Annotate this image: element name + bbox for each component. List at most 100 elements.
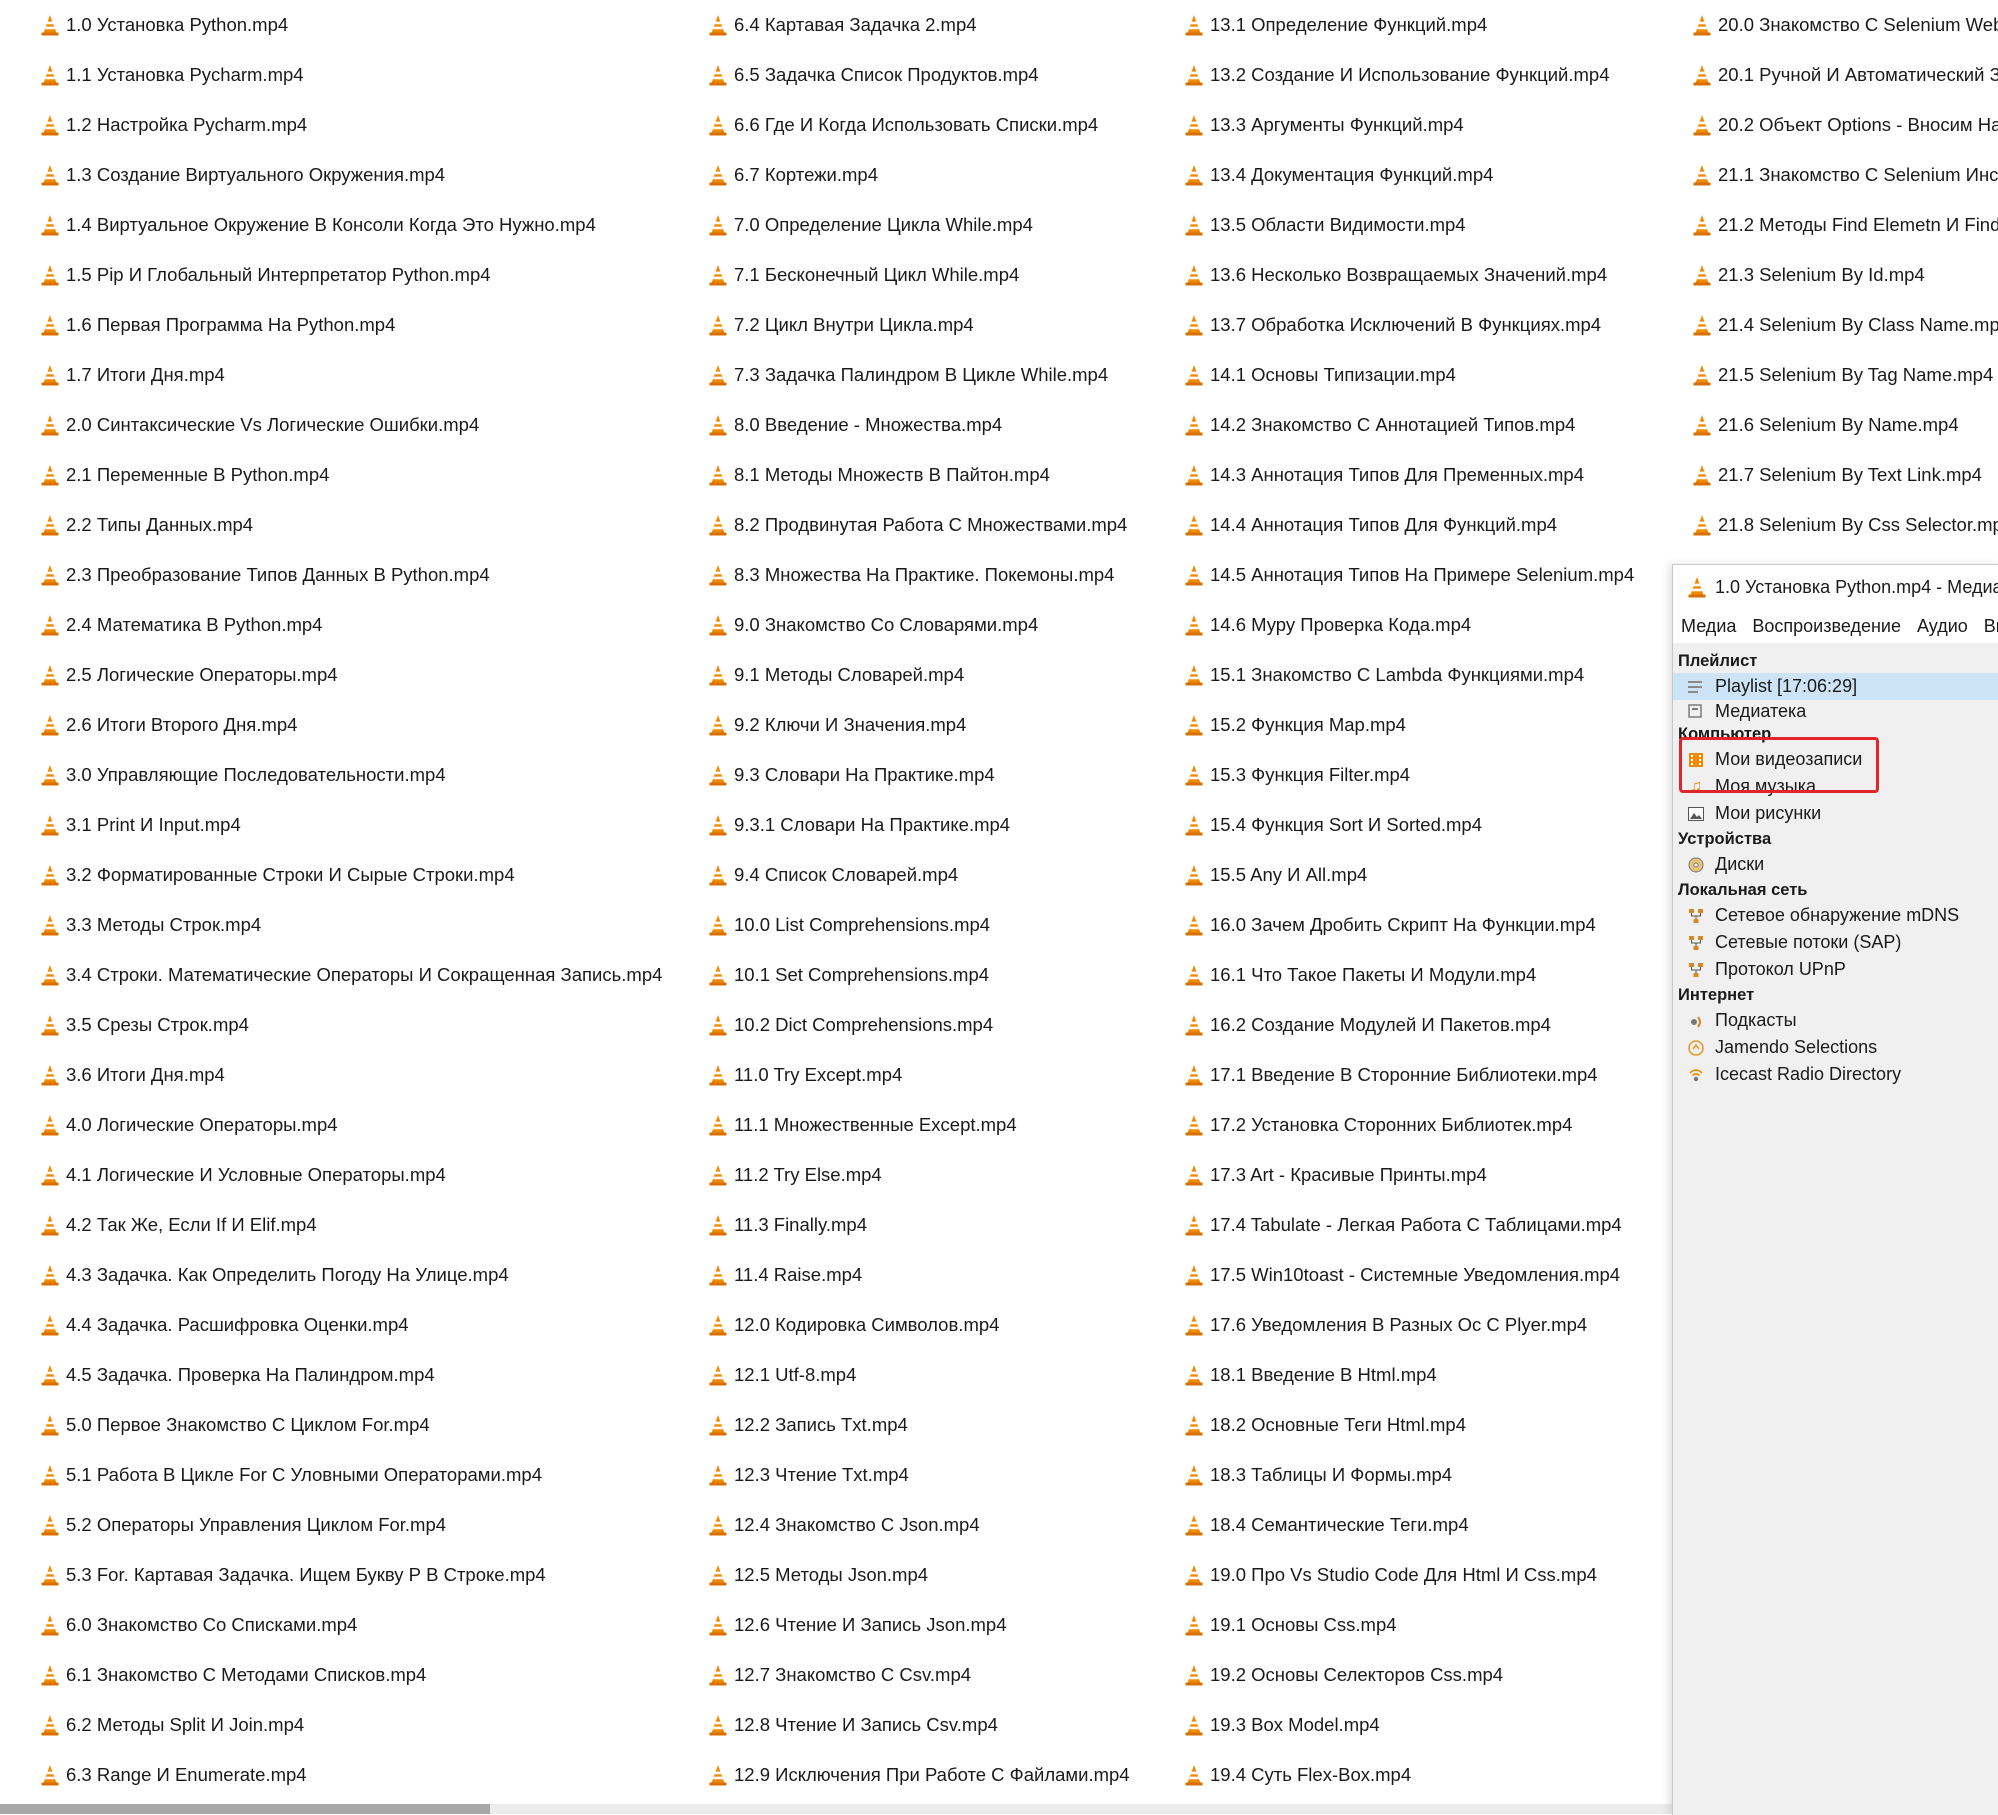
file-item[interactable]: 14.3 Аннотация Типов Для Пременных.mp4 (1184, 450, 1638, 500)
file-item[interactable]: 2.5 Логические Операторы.mp4 (40, 650, 666, 700)
sidebar-item-icecast[interactable]: Icecast Radio Directory (1673, 1061, 1998, 1088)
file-item[interactable]: 16.1 Что Такое Пакеты И Модули.mp4 (1184, 950, 1638, 1000)
file-item[interactable]: 17.4 Tabulate - Легкая Работа С Таблицам… (1184, 1200, 1638, 1250)
file-item[interactable]: 2.6 Итоги Второго Дня.mp4 (40, 700, 666, 750)
file-item[interactable]: 12.9 Исключения При Работе С Файлами.mp4 (708, 1750, 1134, 1800)
sidebar-item-sap[interactable]: Сетевые потоки (SAP) (1673, 929, 1998, 956)
file-item[interactable]: 16.0 Зачем Дробить Скрипт На Функции.mp4 (1184, 900, 1638, 950)
file-item[interactable]: 3.4 Строки. Математические Операторы И С… (40, 950, 666, 1000)
file-item[interactable]: 1.3 Создание Виртуального Окружения.mp4 (40, 150, 666, 200)
file-item[interactable]: 12.1 Utf-8.mp4 (708, 1350, 1134, 1400)
file-item[interactable]: 3.6 Итоги Дня.mp4 (40, 1050, 666, 1100)
file-item[interactable]: 16.2 Создание Модулей И Пакетов.mp4 (1184, 1000, 1638, 1050)
file-item[interactable]: 15.4 Функция Sort И Sorted.mp4 (1184, 800, 1638, 850)
file-item[interactable]: 13.7 Обработка Исключений В Функциях.mp4 (1184, 300, 1638, 350)
sidebar-item-playlist[interactable]: Playlist [17:06:29] (1673, 673, 1998, 700)
file-item[interactable]: 18.4 Семантические Теги.mp4 (1184, 1500, 1638, 1550)
file-item[interactable]: 11.0 Try Except.mp4 (708, 1050, 1134, 1100)
file-item[interactable]: 6.0 Знакомство Со Списками.mp4 (40, 1600, 666, 1650)
scrollbar-thumb[interactable] (0, 1804, 490, 1814)
file-item[interactable]: 2.1 Переменные В Python.mp4 (40, 450, 666, 500)
file-item[interactable]: 17.5 Win10toast - Системные Уведомления.… (1184, 1250, 1638, 1300)
window-title-bar[interactable]: 1.0 Установка Python.mp4 - Медиа (1673, 565, 1998, 609)
file-item[interactable]: 11.3 Finally.mp4 (708, 1200, 1134, 1250)
file-item[interactable]: 15.3 Функция Filter.mp4 (1184, 750, 1638, 800)
file-item[interactable]: 8.2 Продвинутая Работа С Множествами.mp4 (708, 500, 1134, 550)
file-item[interactable]: 2.4 Математика В Python.mp4 (40, 600, 666, 650)
file-item[interactable]: 1.1 Установка Pycharm.mp4 (40, 50, 666, 100)
sidebar-item-upnp[interactable]: Протокол UPnP (1673, 956, 1998, 983)
file-item[interactable]: 7.0 Определение Цикла While.mp4 (708, 200, 1134, 250)
file-item[interactable]: 19.4 Суть Flex-Box.mp4 (1184, 1750, 1638, 1800)
file-item[interactable]: 11.2 Try Else.mp4 (708, 1150, 1134, 1200)
file-item[interactable]: 11.1 Множественные Except.mp4 (708, 1100, 1134, 1150)
file-item[interactable]: 6.5 Задачка Список Продуктов.mp4 (708, 50, 1134, 100)
file-item[interactable]: 17.1 Введение В Сторонние Библиотеки.mp4 (1184, 1050, 1638, 1100)
file-item[interactable]: 8.1 Методы Множеств В Пайтон.mp4 (708, 450, 1134, 500)
sidebar-item-library[interactable]: Медиатека (1673, 700, 1998, 722)
file-item[interactable]: 5.3 For. Картавая Задачка. Ищем Букву Р … (40, 1550, 666, 1600)
file-item[interactable]: 9.3 Словари На Практике.mp4 (708, 750, 1134, 800)
file-item[interactable]: 18.2 Основные Теги Html.mp4 (1184, 1400, 1638, 1450)
file-item[interactable]: 14.1 Основы Типизации.mp4 (1184, 350, 1638, 400)
sidebar-item-jamendo[interactable]: Jamendo Selections (1673, 1034, 1998, 1061)
file-item[interactable]: 8.0 Введение - Множества.mp4 (708, 400, 1134, 450)
file-item[interactable]: 9.2 Ключи И Значения.mp4 (708, 700, 1134, 750)
file-item[interactable]: 4.2 Так Же, Если If И Elif.mp4 (40, 1200, 666, 1250)
file-item[interactable]: 12.2 Запись Txt.mp4 (708, 1400, 1134, 1450)
file-item[interactable]: 4.5 Задачка. Проверка На Палиндром.mp4 (40, 1350, 666, 1400)
file-item[interactable]: 2.2 Типы Данных.mp4 (40, 500, 666, 550)
file-item[interactable]: 12.7 Знакомство С Csv.mp4 (708, 1650, 1134, 1700)
file-item[interactable]: 12.8 Чтение И Запись Csv.mp4 (708, 1700, 1134, 1750)
file-item[interactable]: 10.1 Set Comprehensions.mp4 (708, 950, 1134, 1000)
file-item[interactable]: 4.3 Задачка. Как Определить Погоду На Ул… (40, 1250, 666, 1300)
file-item[interactable]: 21.8 Selenium By Css Selector.mp4 (1692, 500, 1998, 550)
file-item[interactable]: 19.3 Box Model.mp4 (1184, 1700, 1638, 1750)
file-item[interactable]: 19.1 Основы Css.mp4 (1184, 1600, 1638, 1650)
file-item[interactable]: 3.3 Методы Строк.mp4 (40, 900, 666, 950)
file-item[interactable]: 5.2 Операторы Управления Циклом For.mp4 (40, 1500, 666, 1550)
file-item[interactable]: 3.0 Управляющие Последовательности.mp4 (40, 750, 666, 800)
file-item[interactable]: 1.4 Виртуальное Окружение В Консоли Когд… (40, 200, 666, 250)
file-item[interactable]: 7.3 Задачка Палиндром В Цикле While.mp4 (708, 350, 1134, 400)
file-item[interactable]: 3.1 Print И Input.mp4 (40, 800, 666, 850)
file-item[interactable]: 1.5 Pip И Глобальный Интерпретатор Pytho… (40, 250, 666, 300)
file-item[interactable]: 6.7 Кортежи.mp4 (708, 150, 1134, 200)
sidebar-item-mdns[interactable]: Сетевое обнаружение mDNS (1673, 902, 1998, 929)
file-item[interactable]: 17.3 Art - Красивые Принты.mp4 (1184, 1150, 1638, 1200)
file-item[interactable]: 12.6 Чтение И Запись Json.mp4 (708, 1600, 1134, 1650)
file-item[interactable]: 18.1 Введение В Html.mp4 (1184, 1350, 1638, 1400)
file-item[interactable]: 4.4 Задачка. Расшифровка Оценки.mp4 (40, 1300, 666, 1350)
file-item[interactable]: 13.1 Определение Функций.mp4 (1184, 0, 1638, 50)
file-item[interactable]: 21.4 Selenium By Class Name.mp4 (1692, 300, 1998, 350)
file-item[interactable]: 13.4 Документация Функций.mp4 (1184, 150, 1638, 200)
file-item[interactable]: 6.6 Где И Когда Использовать Списки.mp4 (708, 100, 1134, 150)
file-item[interactable]: 13.6 Несколько Возвращаемых Значений.mp4 (1184, 250, 1638, 300)
file-item[interactable]: 2.0 Синтаксические Vs Логические Ошибки.… (40, 400, 666, 450)
file-item[interactable]: 1.6 Первая Программа На Python.mp4 (40, 300, 666, 350)
file-item[interactable]: 20.0 Знакомство С Selenium Webd (1692, 0, 1998, 50)
file-item[interactable]: 21.1 Знакомство С Selenium Инстр (1692, 150, 1998, 200)
file-item[interactable]: 15.5 Any И All.mp4 (1184, 850, 1638, 900)
file-item[interactable]: 2.3 Преобразование Типов Данных В Python… (40, 550, 666, 600)
file-item[interactable]: 13.2 Создание И Использование Функций.mp… (1184, 50, 1638, 100)
file-item[interactable]: 5.0 Первое Знакомство С Циклом For.mp4 (40, 1400, 666, 1450)
file-item[interactable]: 14.2 Знакомство С Аннотацией Типов.mp4 (1184, 400, 1638, 450)
file-item[interactable]: 1.2 Настройка Pycharm.mp4 (40, 100, 666, 150)
file-item[interactable]: 21.5 Selenium By Tag Name.mp4 (1692, 350, 1998, 400)
file-item[interactable]: 20.2 Объект Options - Вносим Нас (1692, 100, 1998, 150)
file-item[interactable]: 7.1 Бесконечный Цикл While.mp4 (708, 250, 1134, 300)
file-item[interactable]: 9.1 Методы Словарей.mp4 (708, 650, 1134, 700)
menu-audio[interactable]: Аудио (1909, 616, 1976, 637)
file-item[interactable]: 14.5 Аннотация Типов На Примере Selenium… (1184, 550, 1638, 600)
sidebar-item-discs[interactable]: Диски (1673, 851, 1998, 878)
file-item[interactable]: 14.6 Муру Проверка Кода.mp4 (1184, 600, 1638, 650)
file-item[interactable]: 15.1 Знакомство С Lambda Функциями.mp4 (1184, 650, 1638, 700)
file-item[interactable]: 6.2 Методы Split И Join.mp4 (40, 1700, 666, 1750)
file-item[interactable]: 21.7 Selenium By Text Link.mp4 (1692, 450, 1998, 500)
sidebar-item-my-pictures[interactable]: Мои рисунки (1673, 800, 1998, 827)
file-item[interactable]: 3.5 Срезы Строк.mp4 (40, 1000, 666, 1050)
menu-playback[interactable]: Воспроизведение (1744, 616, 1909, 637)
file-item[interactable]: 5.1 Работа В Цикле For С Уловными Операт… (40, 1450, 666, 1500)
file-item[interactable]: 17.6 Уведомления В Разных Ос С Plyer.mp4 (1184, 1300, 1638, 1350)
